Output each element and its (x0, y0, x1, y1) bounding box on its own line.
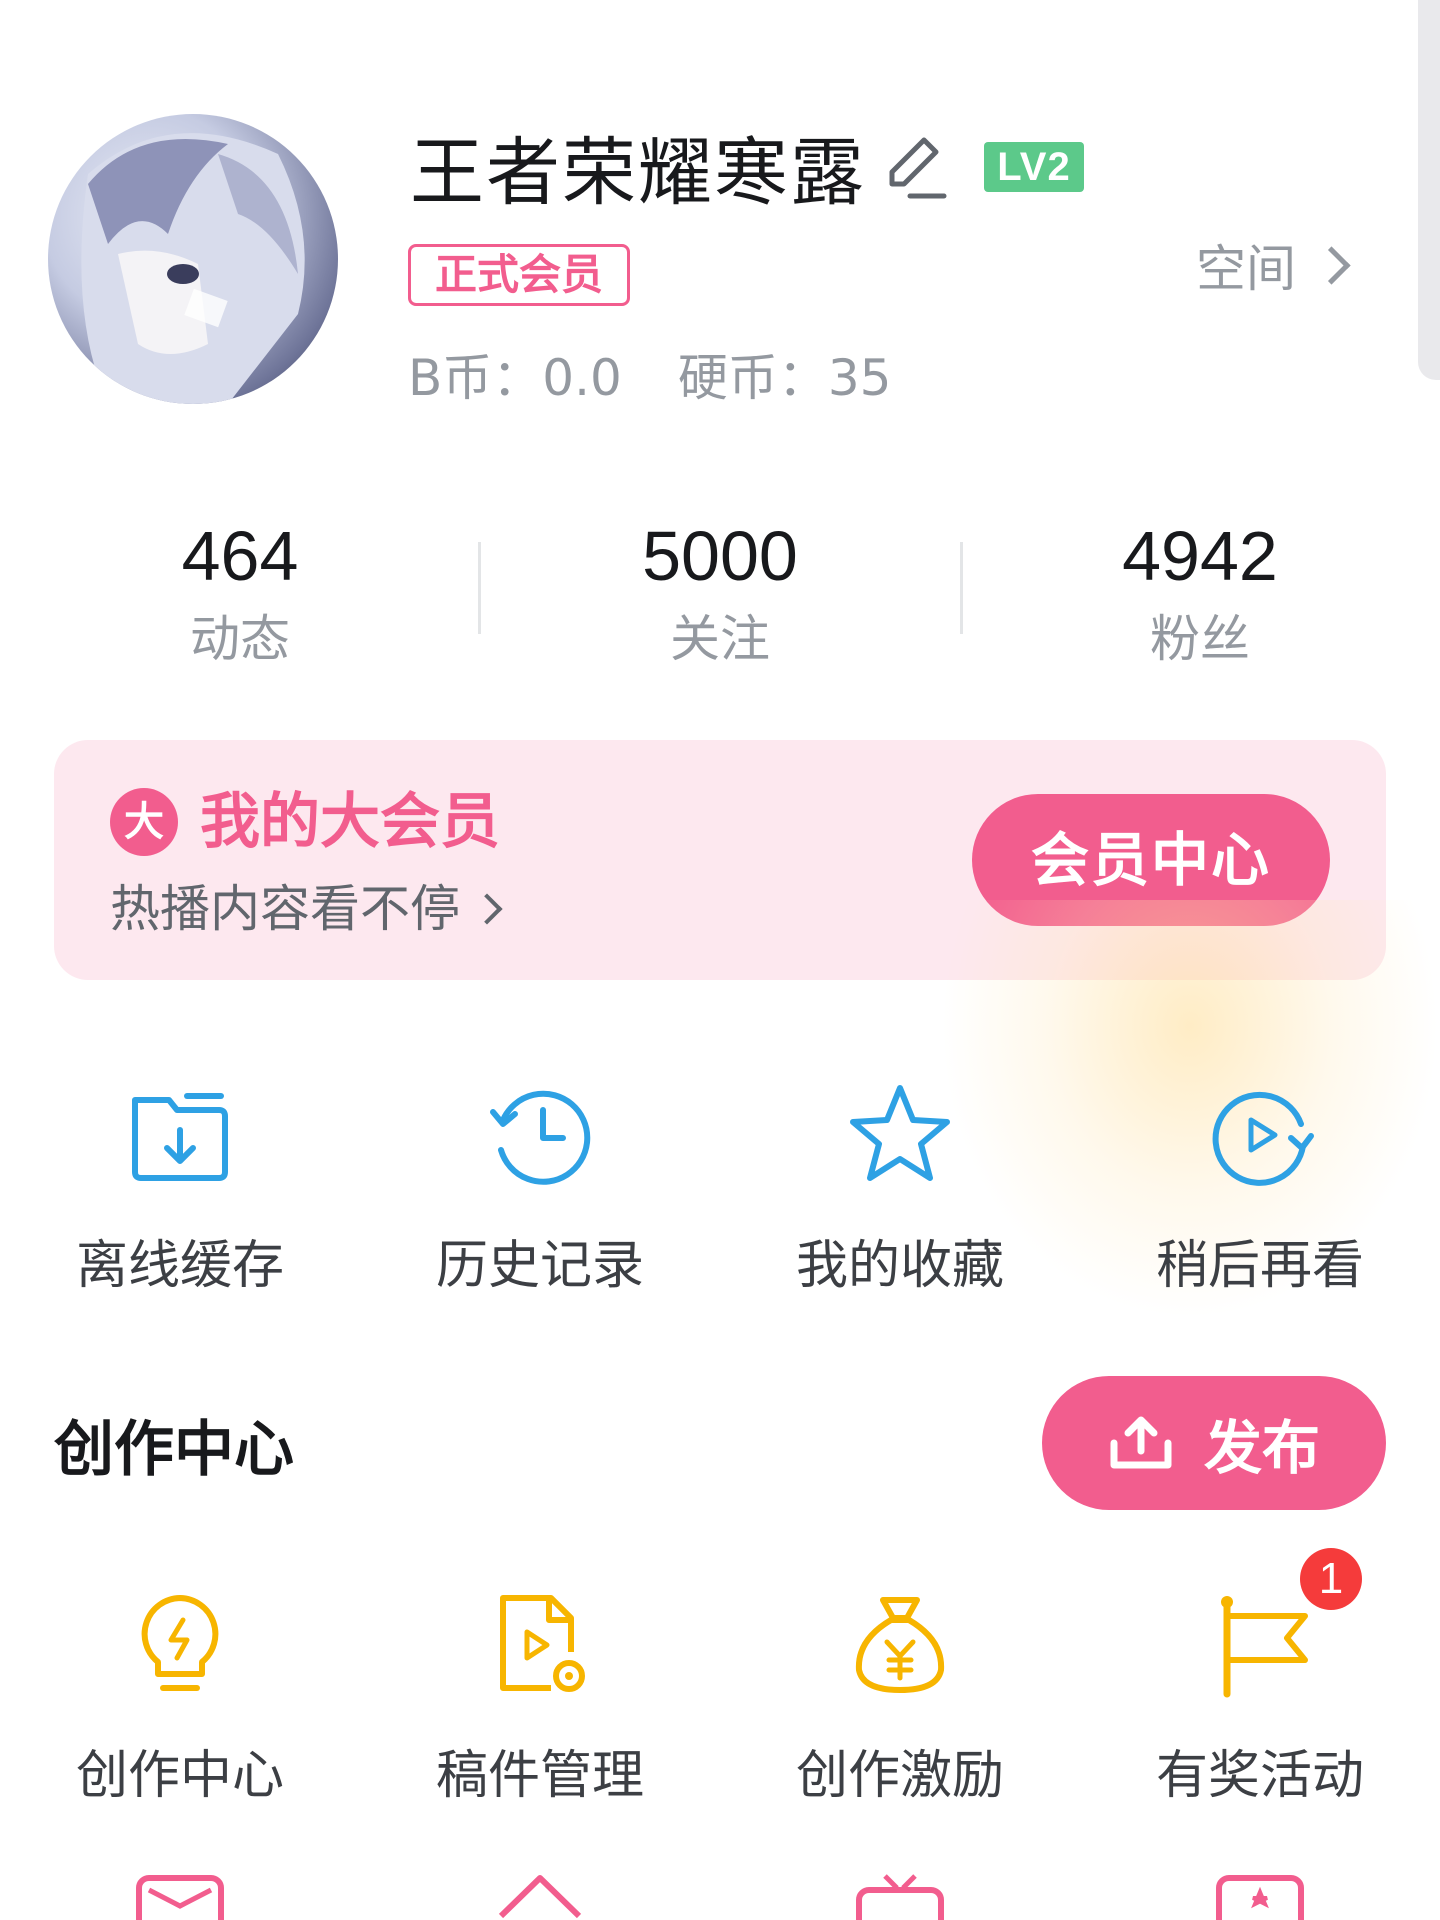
notification-badge: 1 (1300, 1548, 1362, 1610)
stat-label: 粉丝 (1150, 610, 1250, 668)
edit-pencil-icon[interactable] (878, 132, 950, 204)
peek-item[interactable] (720, 1872, 1080, 1920)
quick-action-favorites[interactable]: 我的收藏 (720, 1080, 1080, 1302)
chevron-right-icon (1312, 245, 1351, 285)
favorites-star-icon (850, 1085, 950, 1181)
vip-subtitle-link[interactable]: 热播内容看不停 (110, 874, 503, 944)
scrollbar[interactable] (1418, 0, 1440, 380)
peek-item[interactable] (1080, 1872, 1440, 1920)
offline-cache-icon (132, 1093, 228, 1181)
space-link[interactable]: 空间 (1196, 230, 1351, 300)
quick-action-label: 稍后再看 (1155, 1236, 1364, 1296)
space-label: 空间 (1196, 240, 1296, 298)
tv-icon (856, 1874, 944, 1920)
vip-title: 我的大会员 (200, 787, 500, 857)
stat-followers[interactable]: 4942 粉丝 (960, 512, 1440, 682)
coin-balance: 硬币：35 (677, 349, 892, 407)
stat-value: 4942 (1122, 517, 1278, 595)
stats-row: 464 动态 5000 关注 4942 粉丝 (0, 512, 1440, 682)
next-row-peek (0, 1872, 1440, 1920)
manuscript-icon (500, 1595, 585, 1692)
member-badge[interactable]: 正式会员 (408, 244, 630, 306)
star-card-icon (1216, 1875, 1304, 1920)
flag-icon (1221, 1596, 1308, 1698)
creator-item-activities[interactable]: 有奖活动 (1080, 1590, 1440, 1812)
divider (960, 542, 963, 634)
quick-action-offline-cache[interactable]: 离线缓存 (0, 1080, 360, 1302)
creator-grid: 创作中心 稿件管理 创作激励 有奖活动 (0, 1590, 1440, 1812)
creator-item-label: 创作中心 (75, 1746, 284, 1806)
quick-action-history[interactable]: 历史记录 (360, 1080, 720, 1302)
creator-item-label: 有奖活动 (1155, 1746, 1364, 1806)
mail-icon (136, 1875, 224, 1920)
stat-dynamics[interactable]: 464 动态 (0, 512, 480, 682)
b-coin-balance: B币：0.0 (408, 349, 622, 407)
publish-button[interactable]: 发布 (1042, 1376, 1386, 1510)
coin-balances: B币：0.0 硬币：35 (408, 338, 891, 410)
home-icon (498, 1875, 582, 1919)
quick-actions: 离线缓存 历史记录 我的收藏 稍后再看 (0, 1080, 1440, 1302)
stat-following[interactable]: 5000 关注 (480, 512, 960, 682)
money-bag-icon (855, 1597, 945, 1693)
peek-item[interactable] (360, 1872, 720, 1920)
divider (478, 542, 481, 634)
history-icon (490, 1090, 591, 1185)
upload-icon (1110, 1416, 1172, 1469)
creator-item-label: 创作激励 (795, 1746, 1004, 1806)
creator-item-label: 稿件管理 (435, 1746, 644, 1806)
username: 王者荣耀寒露 (410, 130, 866, 216)
vip-subtitle: 热播内容看不停 (110, 880, 460, 938)
level-badge: LV2 (984, 142, 1084, 192)
stat-value: 464 (181, 517, 299, 595)
chevron-right-icon (471, 893, 503, 925)
lightbulb-icon (141, 1595, 219, 1691)
publish-label: 发布 (1203, 1414, 1320, 1482)
avatar[interactable] (48, 114, 338, 404)
creator-item-incentive[interactable]: 创作激励 (720, 1590, 1080, 1812)
peek-item[interactable] (0, 1872, 360, 1920)
creator-item-center[interactable]: 创作中心 (0, 1590, 360, 1812)
stat-label: 关注 (670, 610, 770, 668)
creator-item-manuscripts[interactable]: 稿件管理 (360, 1590, 720, 1812)
quick-action-label: 离线缓存 (75, 1236, 284, 1296)
watch-later-icon (1212, 1091, 1314, 1186)
quick-action-label: 历史记录 (435, 1236, 644, 1296)
member-center-button[interactable]: 会员中心 (972, 794, 1330, 926)
creator-section-title: 创作中心 (54, 1415, 294, 1485)
vip-logo-icon: 大 (110, 788, 178, 856)
quick-action-watch-later[interactable]: 稍后再看 (1080, 1080, 1440, 1302)
stat-value: 5000 (642, 517, 798, 595)
stat-label: 动态 (190, 610, 290, 668)
quick-action-label: 我的收藏 (795, 1236, 1004, 1296)
